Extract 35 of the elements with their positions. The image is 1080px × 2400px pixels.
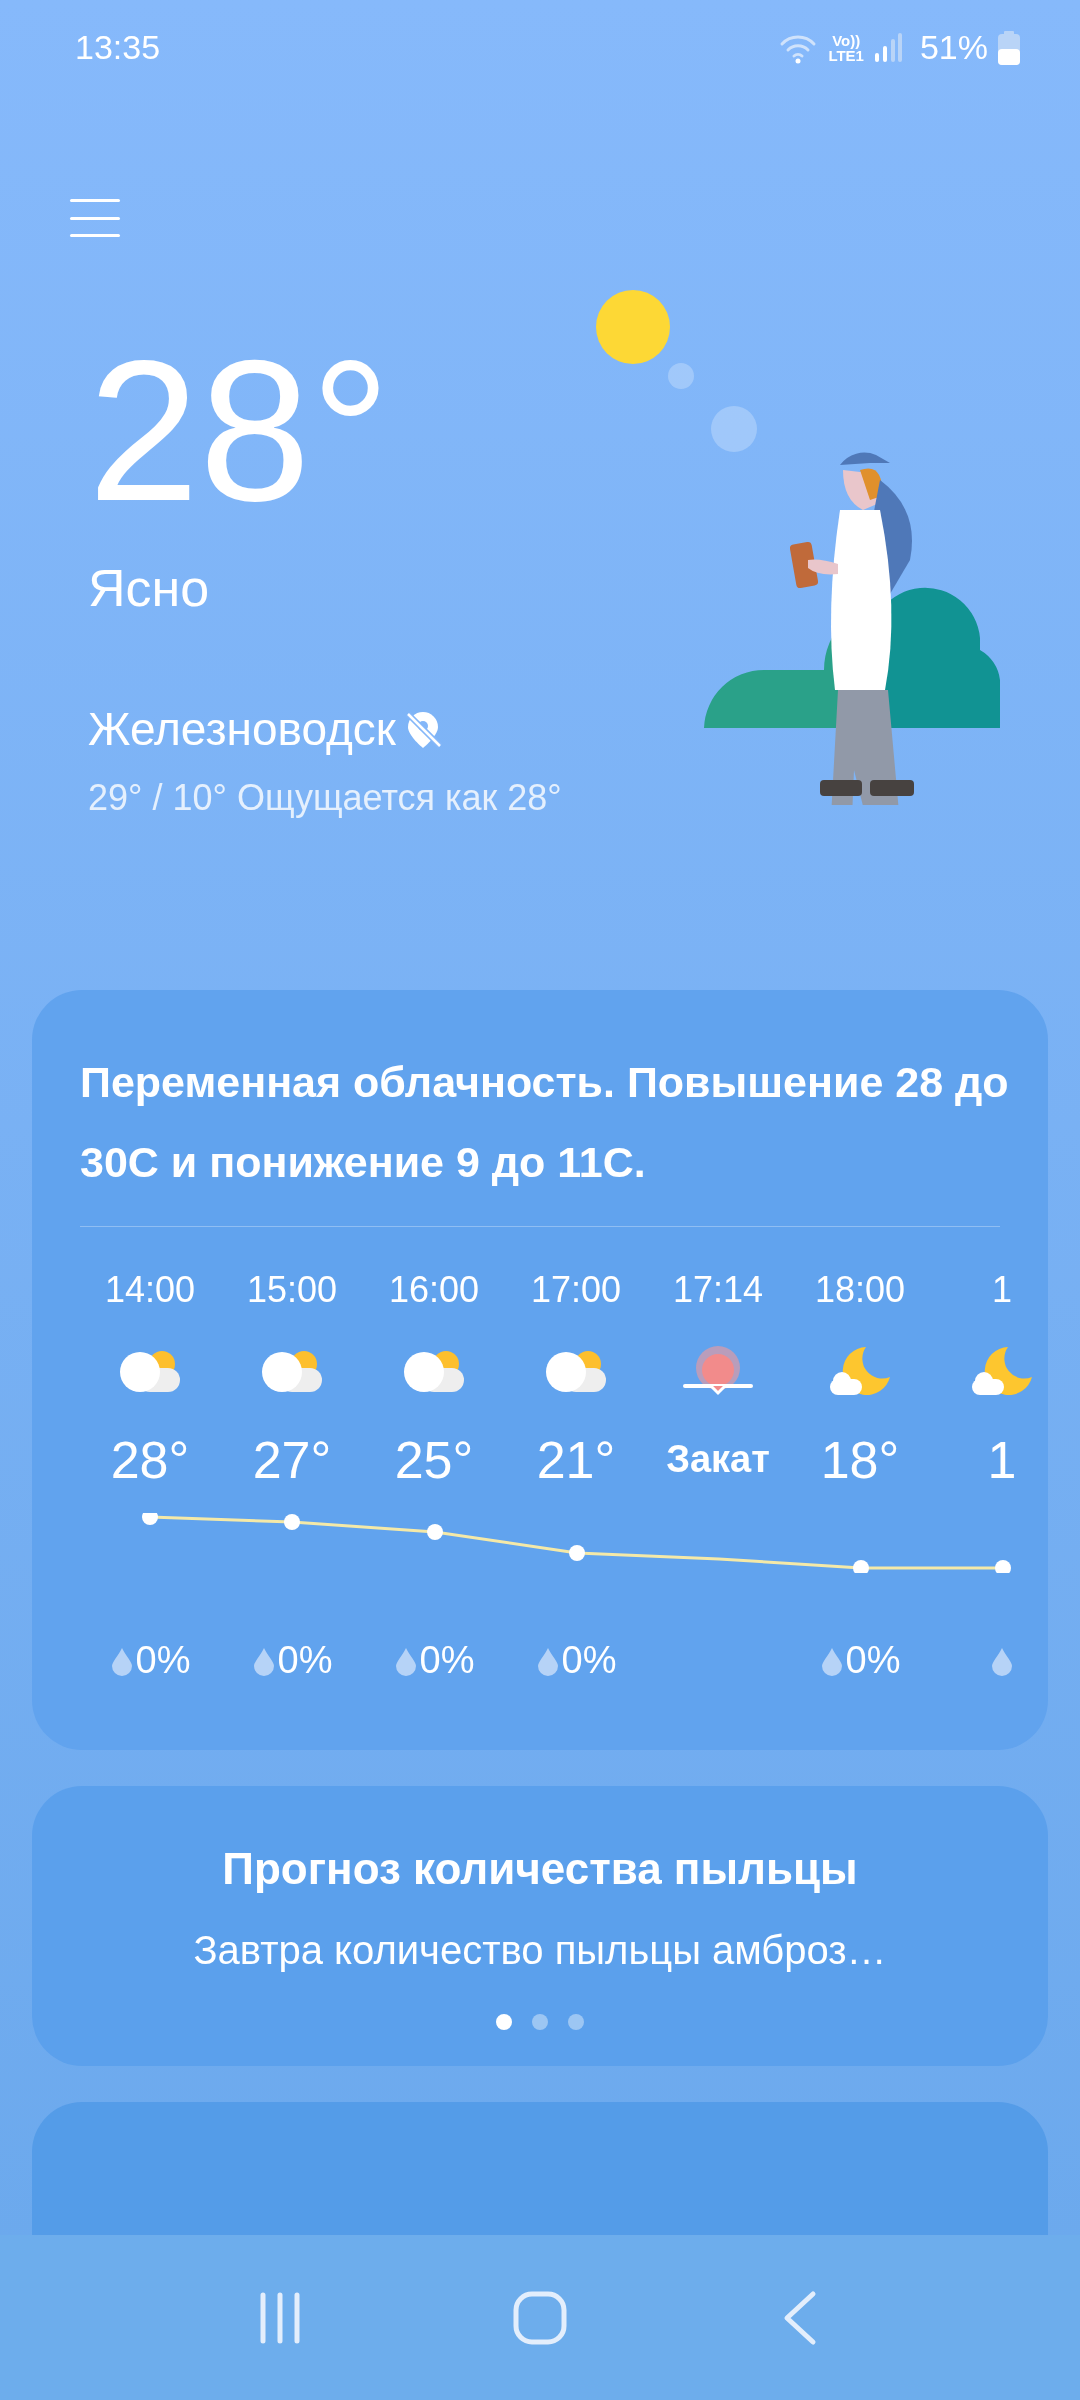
sunset-label: Закат (666, 1437, 770, 1482)
hour-time: 17:00 (530, 1267, 622, 1307)
signal-icon (873, 32, 902, 63)
hour-time: 14:00 (104, 1267, 196, 1307)
moon-cloud-icon (828, 1344, 892, 1397)
hour-temperature: 1 (987, 1429, 1017, 1491)
volte-label: Vo)) (832, 32, 861, 48)
hour-temperature: 27° (252, 1429, 332, 1491)
hour-temperature: 28° (110, 1429, 190, 1491)
weather-condition: Ясно (88, 558, 210, 619)
hour-time: 17:14 (672, 1267, 764, 1307)
pollen-card[interactable]: Прогноз количества пыльцы Завтра количество пыльцы амброз… (32, 1785, 1048, 2066)
moon-cloud-icon (970, 1344, 1034, 1397)
pollen-text: Завтра количество пыльцы амброз… (193, 1926, 887, 1974)
current-temperature: 28° (88, 331, 391, 531)
status-time: 13:35 (75, 27, 161, 68)
precipitation-chance: 0% (277, 1638, 333, 1683)
precipitation-chance: 0% (845, 1638, 901, 1683)
sunset-icon (683, 1345, 753, 1396)
battery-percent: 51% (919, 27, 988, 68)
hour-time: 18:00 (814, 1267, 906, 1307)
hour-time: 15:00 (246, 1267, 338, 1307)
precipitation-chance: 0% (135, 1638, 191, 1683)
forecast-summary: Переменная облачность. Повышение 28 до 30С и понижение 9 до 11С. (79, 1056, 1010, 1188)
hour-time: 1 (992, 1267, 1012, 1307)
precipitation-chance: 0% (419, 1638, 475, 1683)
hour-temperature: 18° (820, 1429, 900, 1491)
battery-icon (998, 30, 1020, 65)
hour-time: 16:00 (388, 1267, 480, 1307)
hour-temperature: 21° (536, 1429, 616, 1491)
precipitation-chance: 0% (561, 1638, 617, 1683)
hour-temperature: 25° (394, 1429, 474, 1491)
temperature-details: 29° / 10° Ощущается как 28° (88, 775, 562, 820)
pollen-title: Прогноз количества пыльцы (222, 1842, 858, 1895)
location-name: Железноводск (88, 702, 396, 757)
